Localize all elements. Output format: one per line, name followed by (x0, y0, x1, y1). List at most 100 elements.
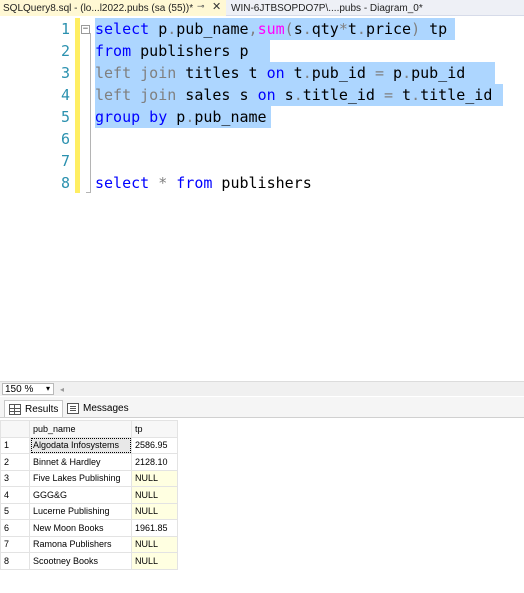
cell-pub-name[interactable]: Scootney Books (29, 552, 132, 570)
grid-icon (9, 403, 21, 415)
cell-tp[interactable]: 2128.10 (131, 453, 178, 471)
cell-pub-name[interactable]: Algodata Infosystems (29, 436, 132, 454)
collapse-icon[interactable]: − (81, 25, 90, 34)
code-token: pub_id (311, 64, 375, 82)
cell-pub-name[interactable]: New Moon Books (29, 519, 132, 537)
code-token: s (275, 86, 294, 104)
table-row[interactable]: 4 GGG&G NULL (0, 486, 178, 504)
code-token: pub_id (411, 64, 466, 82)
column-header-tp[interactable]: tp (131, 420, 178, 438)
code-token: on (257, 86, 276, 104)
code-token: , (248, 20, 258, 38)
close-icon[interactable]: ✕ (212, 0, 221, 13)
tab-label: SQLQuery8.sql - (lo...l2022.pubs (sa (55… (3, 2, 194, 14)
cell-tp[interactable]: NULL (131, 469, 178, 487)
code-line[interactable]: select * from publishers (95, 172, 312, 194)
code-token: . (356, 20, 366, 38)
scroll-left-icon[interactable]: ◂ (60, 385, 64, 394)
code-token: group by (95, 108, 168, 126)
code-line[interactable]: left join sales s on s.title_id = t.titl… (95, 84, 492, 106)
tab-diagram[interactable]: WIN-6JTBSOPDO7P\....pubs - Diagram_0* (228, 0, 424, 16)
row-number[interactable]: 6 (0, 519, 30, 537)
row-number[interactable]: 3 (0, 469, 30, 487)
zoom-value: 150 % (5, 383, 34, 395)
code-token: left join (95, 64, 177, 82)
header-row: pub_name tp (0, 420, 178, 438)
table-row[interactable]: 7 Ramona Publishers NULL (0, 535, 178, 553)
line-number: 6 (60, 130, 70, 148)
line-number: 7 (60, 152, 70, 170)
code-token: p (149, 20, 168, 38)
chevron-down-icon: ▾ (45, 384, 50, 393)
cell-pub-name[interactable]: Lucerne Publishing (29, 502, 132, 520)
tab-sqlquery8[interactable]: SQLQuery8.sql - (lo...l2022.pubs (sa (55… (0, 0, 226, 16)
tab-messages[interactable]: Messages (63, 400, 133, 417)
cell-pub-name[interactable]: Five Lakes Publishing (29, 469, 132, 487)
code-line[interactable]: select p.pub_name,sum(s.qty*t.price) tp (95, 18, 447, 40)
code-line[interactable]: group by p.pub_name (95, 106, 267, 128)
code-token: pub_name (176, 20, 249, 38)
code-token: = (384, 86, 394, 104)
table-row[interactable]: 8 Scootney Books NULL (0, 552, 178, 570)
cell-tp[interactable]: NULL (131, 552, 178, 570)
row-number[interactable]: 8 (0, 552, 30, 570)
corner-cell[interactable] (0, 420, 30, 438)
fold-end (86, 192, 91, 193)
cell-tp[interactable]: NULL (131, 486, 178, 504)
results-grid[interactable]: pub_name tp 1 Algodata Infosystems 2586.95… (0, 420, 524, 593)
code-token: title_id (420, 86, 493, 104)
column-header-pub-name[interactable]: pub_name (29, 420, 132, 438)
document-tab-strip: SQLQuery8.sql - (lo...l2022.pubs (sa (55… (0, 0, 524, 16)
code-token: * (158, 174, 168, 192)
code-token: . (167, 20, 177, 38)
code-token: left join (95, 86, 177, 104)
code-token: . (402, 64, 412, 82)
tab-results[interactable]: Results (4, 400, 64, 417)
code-token: p (384, 64, 403, 82)
code-token: * (338, 20, 348, 38)
table-row[interactable]: 1 Algodata Infosystems 2586.95 (0, 436, 178, 454)
code-token: select (95, 174, 150, 192)
code-line[interactable]: left join titles t on t.pub_id = p.pub_i… (95, 62, 465, 84)
code-token: t (393, 86, 412, 104)
row-number[interactable]: 1 (0, 436, 30, 454)
code-token: s (293, 20, 303, 38)
code-token: ( (284, 20, 294, 38)
query-editor[interactable]: − 12345678 select p.pub_name,sum(s.qty*t… (0, 17, 524, 381)
line-number: 2 (60, 42, 70, 60)
tab-messages-label: Messages (83, 403, 129, 414)
code-token: select (95, 20, 150, 38)
cell-tp[interactable]: NULL (131, 502, 178, 520)
cell-tp[interactable]: NULL (131, 535, 178, 553)
cell-pub-name[interactable]: GGG&G (29, 486, 132, 504)
zoom-select[interactable]: 150 % ▾ (2, 383, 54, 395)
code-token: pub_name (194, 108, 267, 126)
code-token: sum (257, 20, 285, 38)
results-table: pub_name tp 1 Algodata Infosystems 2586.95… (0, 420, 178, 570)
cell-pub-name[interactable]: Ramona Publishers (29, 535, 132, 553)
code-token: qty (311, 20, 339, 38)
table-row[interactable]: 5 Lucerne Publishing NULL (0, 502, 178, 520)
row-number[interactable]: 2 (0, 453, 30, 471)
code-token: titles t (176, 64, 267, 82)
row-number[interactable]: 4 (0, 486, 30, 504)
code-token: . (293, 86, 303, 104)
pin-icon[interactable]: ⊸ (197, 1, 205, 12)
code-token: sales s (176, 86, 258, 104)
code-token: . (302, 20, 312, 38)
table-row[interactable]: 6 New Moon Books 1961.85 (0, 519, 178, 537)
cell-pub-name[interactable]: Binnet & Hardley (29, 453, 132, 471)
table-row[interactable]: 2 Binnet & Hardley 2128.10 (0, 453, 178, 471)
cell-tp[interactable]: 2586.95 (131, 436, 178, 454)
row-number[interactable]: 5 (0, 502, 30, 520)
table-row[interactable]: 3 Five Lakes Publishing NULL (0, 469, 178, 487)
code-token: t (347, 20, 357, 38)
code-token: on (266, 64, 285, 82)
cell-tp[interactable]: 1961.85 (131, 519, 178, 537)
code-token: p (167, 108, 186, 126)
row-number[interactable]: 7 (0, 535, 30, 553)
code-token: from (95, 42, 132, 60)
code-line[interactable]: from publishers p (95, 40, 249, 62)
line-number: 3 (60, 64, 70, 82)
code-token: from (176, 174, 213, 192)
